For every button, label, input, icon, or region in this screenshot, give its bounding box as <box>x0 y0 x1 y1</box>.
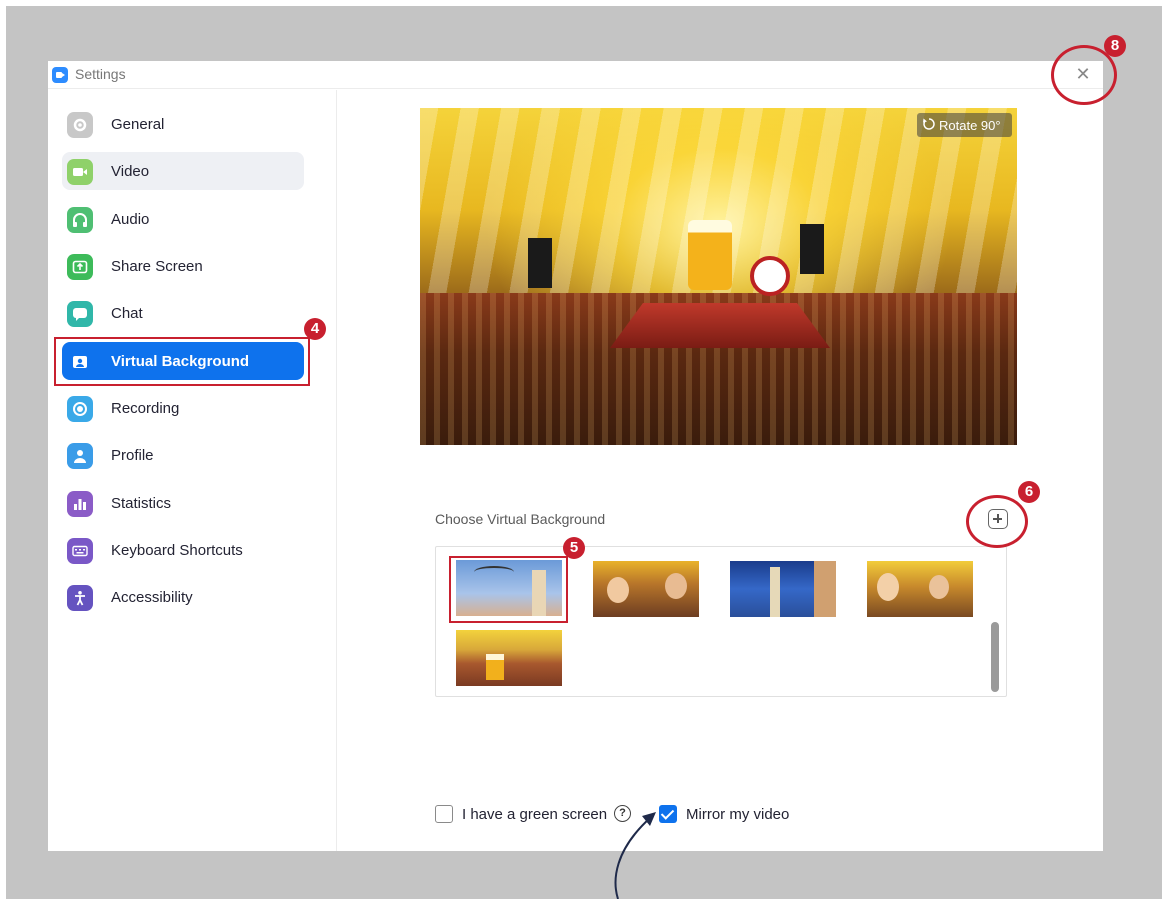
annotation-arrow <box>614 812 656 899</box>
